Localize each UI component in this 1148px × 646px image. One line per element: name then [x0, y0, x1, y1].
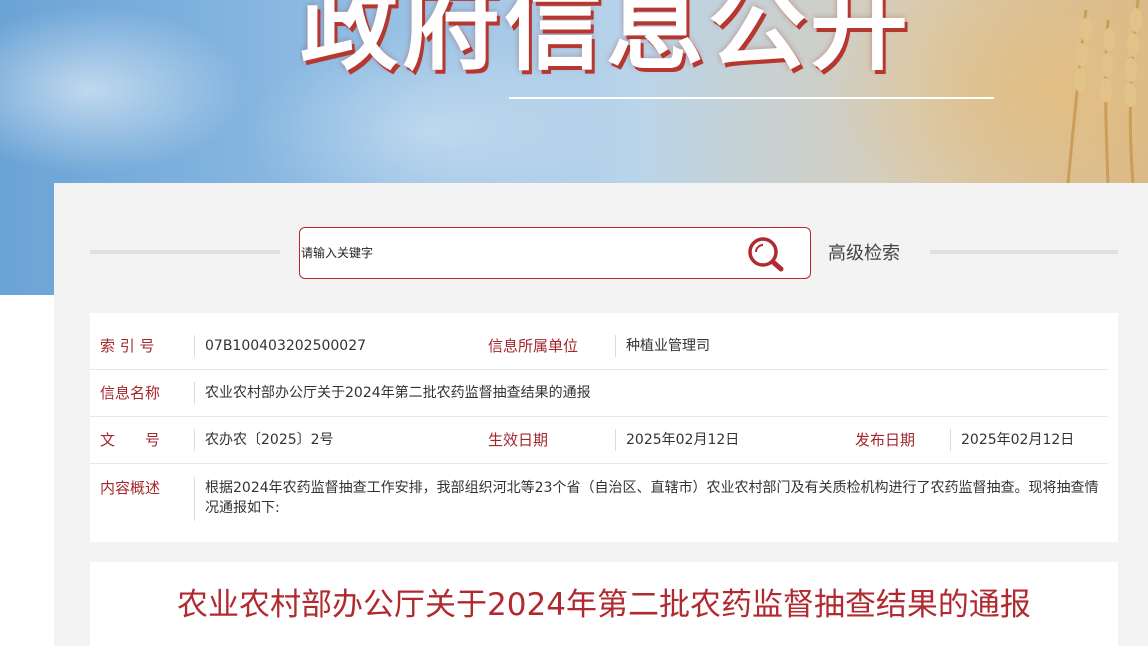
row-divider: [90, 369, 1108, 370]
search-input[interactable]: [300, 228, 740, 278]
unit-label: 信息所属单位: [488, 337, 579, 355]
summary-label: 内容概述: [100, 479, 161, 497]
metadata-card: 索 引 号 07B100403202500027 信息所属单位 种植业管理司 信…: [90, 313, 1118, 542]
doc-number-label: 文 号: [100, 431, 161, 449]
doc-number-value: 农办农〔2025〕2号: [205, 432, 334, 448]
banner-underline: [509, 97, 994, 99]
index-label: 索 引 号: [100, 337, 155, 355]
separator: [194, 477, 195, 521]
separator: [615, 429, 616, 451]
banner-title: 政府信息公开: [300, 0, 913, 82]
separator: [194, 382, 195, 404]
index-value: 07B100403202500027: [205, 338, 367, 354]
publish-date-value: 2025年02月12日: [961, 432, 1075, 448]
separator: [194, 429, 195, 451]
effective-date-value: 2025年02月12日: [626, 432, 740, 448]
row-divider: [90, 416, 1108, 417]
document-title-card: 农业农村部办公厅关于2024年第二批农药监督抽查结果的通报: [90, 562, 1118, 646]
document-title: 农业农村部办公厅关于2024年第二批农药监督抽查结果的通报: [177, 587, 1031, 623]
separator: [615, 335, 616, 357]
separator: [950, 429, 951, 451]
name-value: 农业农村部办公厅关于2024年第二批农药监督抽查结果的通报: [205, 385, 591, 401]
wheat-decoration: [1066, 0, 1142, 183]
search-box: [299, 227, 811, 279]
advanced-search-link[interactable]: 高级检索: [828, 240, 928, 266]
summary-value: 根据2024年农药监督抽查工作安排，我部组织河北等23个省（自治区、直辖市）农业…: [205, 480, 1099, 516]
name-label: 信息名称: [100, 384, 161, 402]
search-icon: [748, 237, 784, 272]
unit-value: 种植业管理司: [626, 338, 710, 354]
effective-date-label: 生效日期: [488, 431, 549, 449]
separator: [194, 335, 195, 357]
search-divider-right: [930, 250, 1118, 254]
row-divider: [90, 463, 1108, 464]
search-button[interactable]: [746, 235, 786, 273]
search-divider-left: [90, 250, 280, 254]
publish-date-label: 发布日期: [855, 431, 916, 449]
